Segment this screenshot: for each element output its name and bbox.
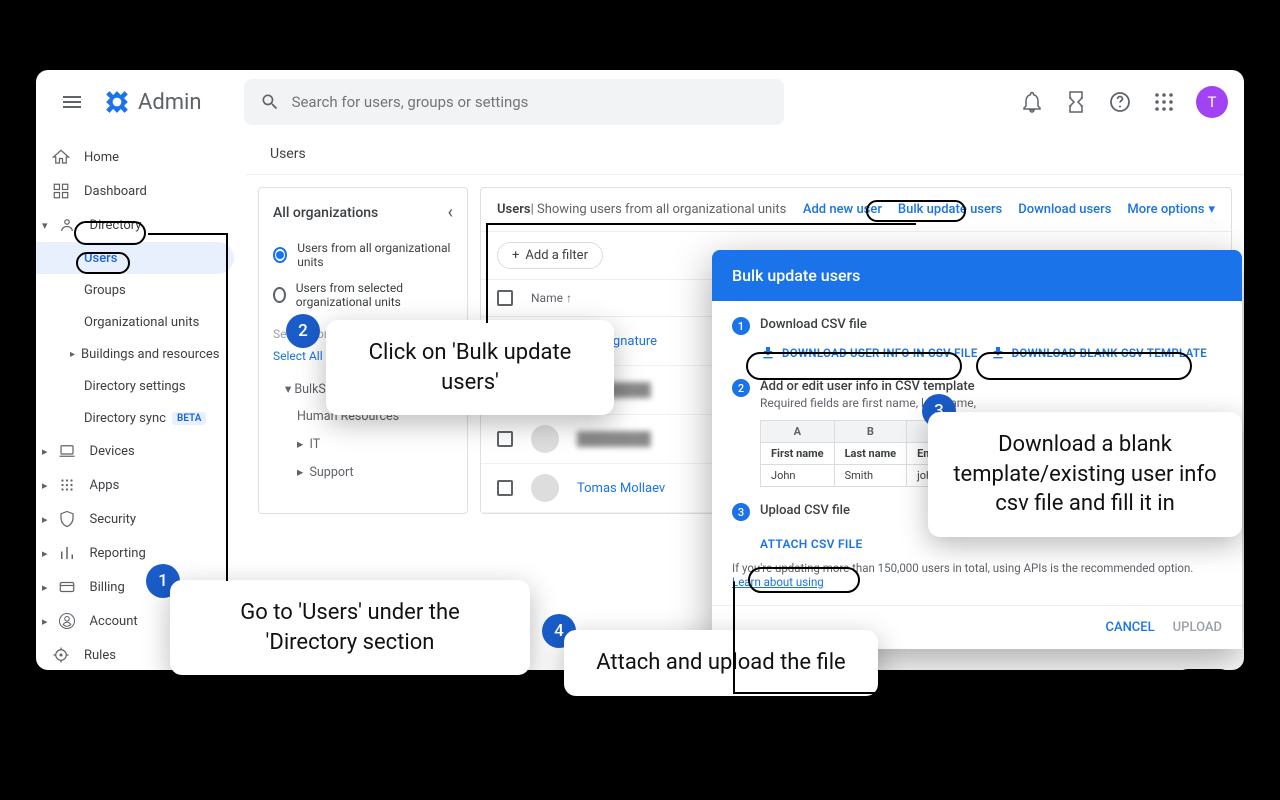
org-tree-item[interactable]: ▸ Support — [273, 458, 453, 486]
nav-buildings[interactable]: ▸Buildings and resources — [36, 338, 246, 370]
search-icon — [260, 92, 280, 112]
dialog-upload-button[interactable]: UPLOAD — [1173, 620, 1222, 635]
users-subtitle: | Showing users from all organizational … — [531, 202, 787, 217]
nav-groups[interactable]: Groups — [36, 274, 246, 306]
org-title: All organizations — [273, 205, 378, 221]
user-avatar-icon — [531, 474, 559, 502]
step-2-label: Add or edit user info in CSV template — [760, 379, 976, 394]
download-user-info-button[interactable]: DOWNLOAD USER INFO IN CSV FILE — [760, 345, 978, 361]
nav-directory-settings[interactable]: Directory settings — [36, 370, 246, 402]
attach-csv-button[interactable]: ATTACH CSV FILE — [760, 537, 863, 551]
nav-security[interactable]: ▸Security — [36, 502, 246, 536]
help-icon[interactable] — [1100, 82, 1140, 122]
org-collapse-icon[interactable]: ‹ — [447, 202, 453, 223]
radio-selected-orgs[interactable]: Users from selected organizational units — [273, 275, 453, 315]
nav-devices[interactable]: ▸Devices — [36, 434, 246, 468]
dialog-note: If you're updating more than 150,000 use… — [732, 561, 1222, 589]
nav-directory-sync[interactable]: Directory syncBETA — [36, 402, 246, 434]
nav-apps[interactable]: ▸Apps — [36, 468, 246, 502]
admin-logo-icon — [104, 89, 130, 115]
app-title: Admin — [138, 90, 202, 115]
dialog-cancel-button[interactable]: CANCEL — [1105, 620, 1154, 635]
callout-4: Attach and upload the file — [564, 630, 878, 696]
col-name[interactable]: Name ↑ — [531, 291, 572, 305]
select-all-checkbox[interactable] — [497, 290, 513, 306]
nav-home[interactable]: Home — [36, 140, 246, 174]
download-users-link[interactable]: Download users — [1018, 202, 1111, 217]
callout-3: Download a blank template/existing user … — [928, 412, 1242, 537]
highlight-ring-upload — [1176, 669, 1232, 693]
user-avatar-icon — [531, 425, 559, 453]
search-bar[interactable] — [244, 79, 784, 125]
radio-all-orgs[interactable]: Users from all organizational units — [273, 235, 453, 275]
dialog-title: Bulk update users — [712, 250, 1242, 301]
nav-dashboard[interactable]: Dashboard — [36, 174, 246, 208]
nav-users[interactable]: Users — [36, 242, 234, 274]
bulk-update-users-link[interactable]: Bulk update users — [898, 202, 1002, 217]
nav-directory[interactable]: ▾Directory — [36, 208, 246, 242]
more-options-dropdown[interactable]: More options ▾ — [1127, 202, 1215, 217]
add-filter-button[interactable]: + Add a filter — [497, 242, 603, 269]
step-1-label: Download CSV file — [760, 317, 867, 335]
app-logo[interactable]: Admin — [104, 89, 202, 115]
breadcrumb: Users — [246, 134, 1244, 175]
step-3-label: Upload CSV file — [760, 503, 850, 521]
step-1-badge: 1 — [732, 317, 750, 335]
hamburger-menu-icon[interactable] — [52, 82, 92, 122]
download-blank-template-button[interactable]: DOWNLOAD BLANK CSV TEMPLATE — [990, 345, 1207, 361]
callout-badge-2: 2 — [286, 314, 320, 348]
callout-2: Click on 'Bulk update users' — [326, 320, 614, 415]
org-tree-item[interactable]: ▸ IT — [273, 430, 453, 458]
nav-reporting[interactable]: ▸Reporting — [36, 536, 246, 570]
user-avatar[interactable]: T — [1196, 86, 1228, 118]
callout-1: Go to 'Users' under the 'Directory secti… — [170, 580, 530, 675]
notifications-icon[interactable] — [1012, 82, 1052, 122]
users-title: Users — [497, 202, 531, 217]
hourglass-icon[interactable] — [1056, 82, 1096, 122]
apps-grid-icon[interactable] — [1144, 82, 1184, 122]
step-2-badge: 2 — [732, 379, 750, 397]
nav-org-units[interactable]: Organizational units — [36, 306, 246, 338]
learn-more-link[interactable]: Learn about using — [732, 575, 824, 589]
search-input[interactable] — [292, 93, 768, 111]
add-new-user-link[interactable]: Add new user — [803, 202, 882, 217]
step-3-badge: 3 — [732, 503, 750, 521]
